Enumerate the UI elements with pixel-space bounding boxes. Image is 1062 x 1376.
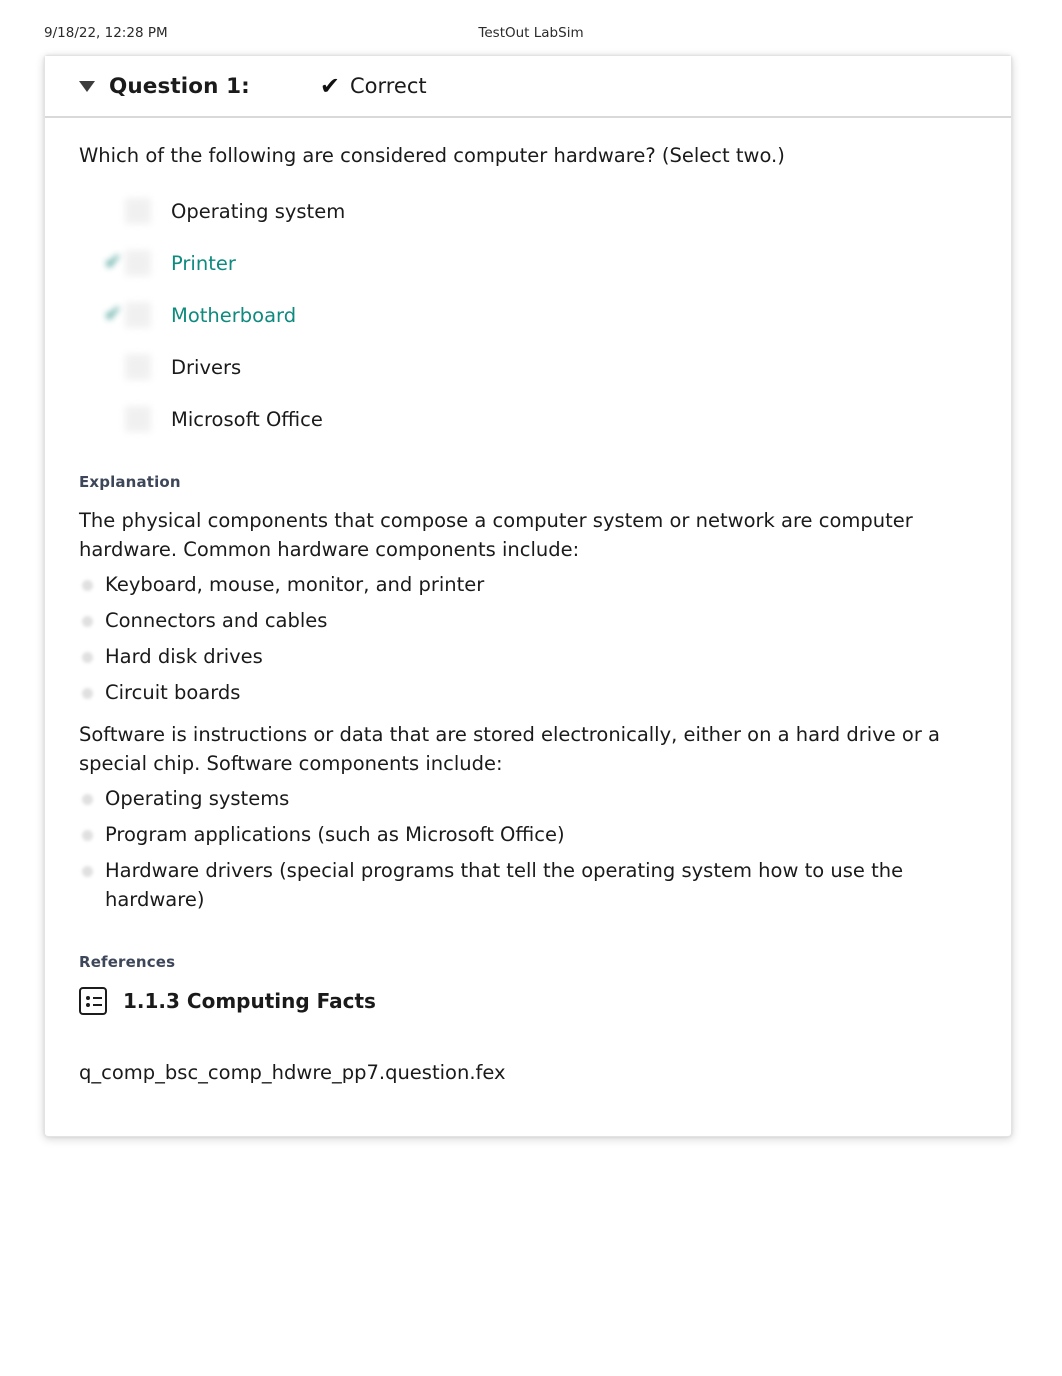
checkbox-icon[interactable] bbox=[99, 352, 167, 382]
explanation-paragraph-2: Software is instructions or data that ar… bbox=[79, 723, 941, 776]
answer-option-label: Operating system bbox=[171, 199, 346, 223]
question-stem: Which of the following are considered co… bbox=[79, 144, 785, 167]
bullet-icon bbox=[82, 865, 93, 877]
bullet-icon bbox=[82, 651, 93, 663]
bullet-icon bbox=[82, 615, 93, 627]
question-body: Which of the following are considered co… bbox=[45, 118, 1011, 1136]
status-badge: ✔ Correct bbox=[320, 74, 427, 98]
print-title: TestOut LabSim bbox=[478, 25, 584, 41]
answer-option-label: Drivers bbox=[171, 355, 242, 379]
question-header[interactable]: Question 1: ✔ Correct bbox=[45, 56, 1011, 118]
bullet-icon bbox=[82, 830, 93, 842]
list-item: Operating systems bbox=[79, 785, 977, 814]
list-item: Hard disk drives bbox=[79, 643, 977, 672]
bullet-icon bbox=[82, 687, 93, 699]
list-item-label: Operating systems bbox=[105, 787, 290, 811]
list-item: Hardware drivers (special programs that … bbox=[79, 857, 977, 915]
answer-option[interactable]: ✔ Printer bbox=[79, 237, 977, 289]
list-item-label: Hard disk drives bbox=[105, 644, 263, 668]
answer-option[interactable]: Operating system bbox=[79, 185, 977, 237]
list-item-label: Keyboard, mouse, monitor, and printer bbox=[105, 573, 485, 597]
list-item-label: Circuit boards bbox=[105, 680, 241, 704]
question-card: Question 1: ✔ Correct Which of the follo… bbox=[44, 55, 1012, 1137]
list-item: Program applications (such as Microsoft … bbox=[79, 821, 977, 850]
list-item-label: Connectors and cables bbox=[105, 608, 328, 632]
checkbox-checked-icon[interactable]: ✔ bbox=[99, 300, 167, 330]
answer-options: Operating system ✔ Printer ✔ Motherboard bbox=[79, 185, 977, 445]
answer-option[interactable]: ✔ Motherboard bbox=[79, 289, 977, 341]
answer-option-label: Printer bbox=[171, 251, 236, 275]
checkbox-checked-icon[interactable]: ✔ bbox=[99, 248, 167, 278]
answer-option-label: Microsoft Office bbox=[171, 407, 323, 431]
answer-option-label: Motherboard bbox=[171, 303, 297, 327]
explanation-heading: Explanation bbox=[79, 473, 181, 492]
checkbox-icon[interactable] bbox=[99, 404, 167, 434]
triangle-down-icon[interactable] bbox=[79, 80, 95, 92]
software-bullet-list: Operating systems Program applications (… bbox=[79, 785, 977, 914]
reference-title: 1.1.3 Computing Facts bbox=[123, 988, 376, 1013]
list-item: Circuit boards bbox=[79, 679, 977, 708]
list-item-label: Hardware drivers (special programs that … bbox=[105, 858, 904, 911]
hardware-bullet-list: Keyboard, mouse, monitor, and printer Co… bbox=[79, 571, 977, 707]
bullet-icon bbox=[82, 794, 93, 806]
list-item: Connectors and cables bbox=[79, 607, 977, 636]
answer-option[interactable]: Drivers bbox=[79, 341, 977, 393]
bullet-icon bbox=[82, 580, 93, 592]
checkmark-icon: ✔ bbox=[319, 72, 340, 100]
reference-link[interactable]: 1.1.3 Computing Facts bbox=[79, 986, 977, 1015]
checkbox-icon[interactable] bbox=[99, 196, 167, 226]
references-heading: References bbox=[79, 952, 176, 971]
answer-option[interactable]: Microsoft Office bbox=[79, 393, 977, 445]
print-header: 9/18/22, 12:28 PM TestOut LabSim bbox=[0, 25, 1062, 45]
explanation-paragraph-1: The physical components that compose a c… bbox=[79, 509, 913, 562]
list-item: Keyboard, mouse, monitor, and printer bbox=[79, 571, 977, 600]
status-label: Correct bbox=[349, 74, 427, 98]
question-label: Question 1: bbox=[109, 73, 250, 99]
question-file-name: q_comp_bsc_comp_hdwre_pp7.question.fex bbox=[79, 1060, 506, 1084]
list-box-icon bbox=[79, 986, 107, 1015]
list-item-label: Program applications (such as Microsoft … bbox=[105, 823, 565, 847]
